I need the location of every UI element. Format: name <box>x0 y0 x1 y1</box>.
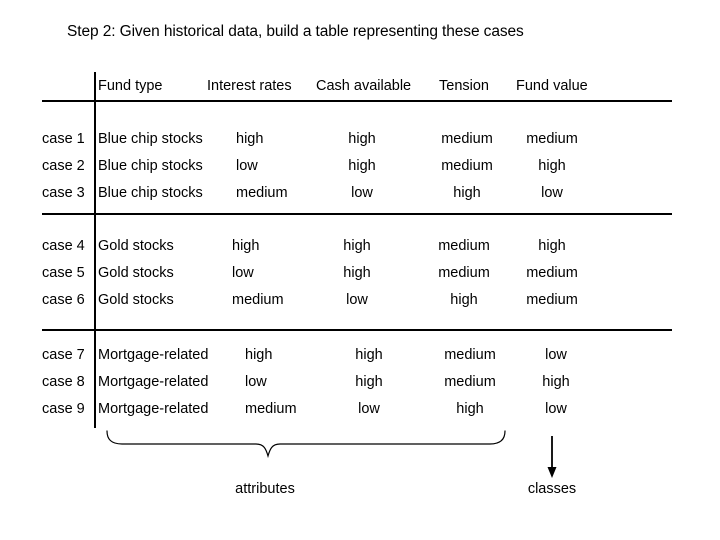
table-group-rule-2 <box>42 329 672 331</box>
cell-cash-available: high <box>355 374 383 390</box>
cell-cash-available: high <box>343 265 371 281</box>
cell-fund-value: medium <box>526 292 578 308</box>
row-case-label: case 7 <box>42 347 85 363</box>
cell-fund-value: high <box>542 374 570 390</box>
cell-fund-value: medium <box>526 265 578 281</box>
row-case-label: case 2 <box>42 158 85 174</box>
cell-cash-available: high <box>348 131 376 147</box>
cell-fund-type: Blue chip stocks <box>98 158 203 174</box>
cell-fund-value: low <box>545 347 567 363</box>
row-case-label: case 4 <box>42 238 85 254</box>
cell-fund-value: low <box>541 185 563 201</box>
cell-fund-type: Blue chip stocks <box>98 131 203 147</box>
cell-fund-type: Gold stocks <box>98 265 174 281</box>
cell-fund-type: Mortgage-related <box>98 401 209 417</box>
row-case-label: case 5 <box>42 265 85 281</box>
table-column-divider <box>94 72 96 428</box>
row-case-label: case 8 <box>42 374 85 390</box>
cell-fund-type: Mortgage-related <box>98 374 209 390</box>
row-case-label: case 9 <box>42 401 85 417</box>
cell-fund-type: Gold stocks <box>98 238 174 254</box>
attributes-label: attributes <box>235 481 295 497</box>
column-header-fund-type: Fund type <box>98 78 163 94</box>
column-header-cash-available: Cash available <box>316 78 412 94</box>
column-header-interest-rates: Interest rates <box>207 78 292 94</box>
table-group-rule-1 <box>42 213 672 215</box>
cell-cash-available: low <box>351 185 373 201</box>
cell-fund-type: Gold stocks <box>98 292 174 308</box>
column-header-fund-value: Fund value <box>516 78 588 94</box>
cell-cash-available: low <box>346 292 368 308</box>
slide-canvas: Step 2: Given historical data, build a t… <box>0 0 720 540</box>
cell-cash-available: low <box>358 401 380 417</box>
cell-fund-value: high <box>538 158 566 174</box>
cell-cash-available: high <box>343 238 371 254</box>
row-case-label: case 1 <box>42 131 85 147</box>
row-case-label: case 3 <box>42 185 85 201</box>
cell-cash-available: high <box>355 347 383 363</box>
cell-fund-value: low <box>545 401 567 417</box>
column-header-tension: Tension <box>439 78 489 94</box>
classes-label: classes <box>527 481 577 497</box>
cell-cash-available: high <box>348 158 376 174</box>
classes-arrow <box>536 430 572 482</box>
cell-fund-value: medium <box>526 131 578 147</box>
cell-fund-type: Mortgage-related <box>98 347 209 363</box>
table-header-rule <box>42 100 672 102</box>
cell-fund-value: high <box>538 238 566 254</box>
row-case-label: case 6 <box>42 292 85 308</box>
attributes-brace <box>100 430 512 472</box>
cell-fund-type: Blue chip stocks <box>98 185 203 201</box>
page-title: Step 2: Given historical data, build a t… <box>67 23 524 40</box>
